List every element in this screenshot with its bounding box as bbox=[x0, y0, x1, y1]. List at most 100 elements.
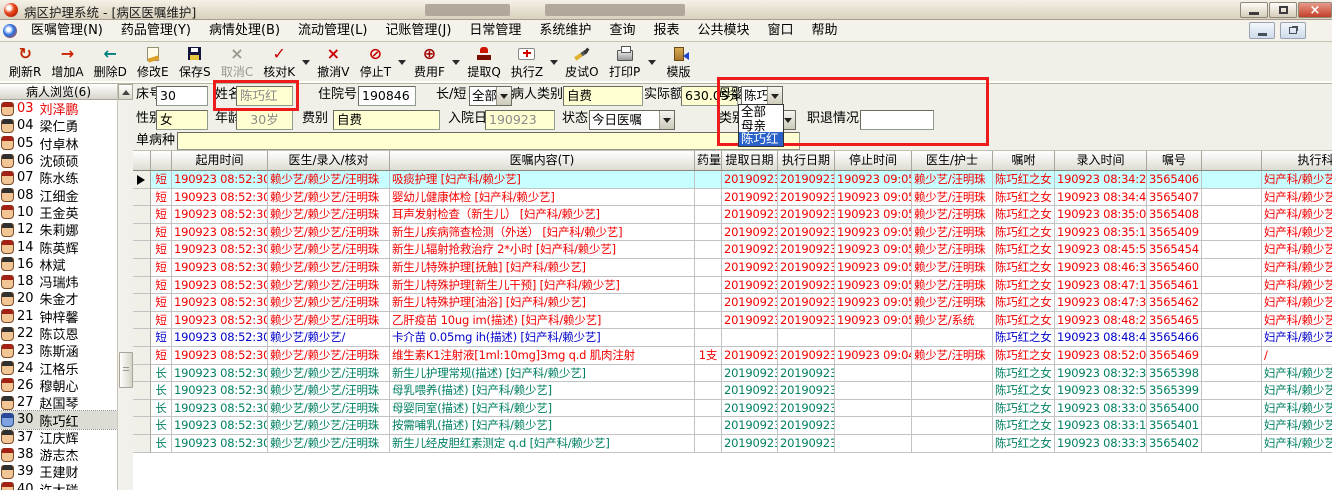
order-row-11[interactable]: 短 190923 08:52:30 赖少艺/赖少艺/汪明珠 维生素K1注射液[1ml:… bbox=[133, 346, 1332, 365]
menu-item-11[interactable]: 窗口 bbox=[758, 20, 802, 41]
menu-item-4[interactable]: 流动管理(L) bbox=[289, 20, 376, 41]
mdi-restore-button[interactable] bbox=[1280, 22, 1306, 39]
order-row-14[interactable]: 长 190923 08:52:30 赖少艺/赖少艺/汪明珠 母婴同室(描述) [妇产科… bbox=[133, 399, 1332, 418]
patient-item-40[interactable]: 40 许大碰 bbox=[0, 481, 117, 490]
dropdown-option-2[interactable]: 母亲 bbox=[739, 119, 783, 133]
scroll-up-button[interactable] bbox=[118, 84, 133, 100]
order-row-10[interactable]: 短 190923 08:52:30 赖少艺/赖少艺/卡介苗 0.05mg ih(描述… bbox=[133, 329, 1332, 347]
single-disease-field[interactable] bbox=[177, 132, 800, 150]
column-header-blank0[interactable] bbox=[133, 151, 151, 171]
column-header-time[interactable]: 起用时间 bbox=[172, 151, 268, 171]
menu-item-7[interactable]: 系统维护 bbox=[530, 20, 600, 41]
long-short-combo[interactable]: 全部 bbox=[469, 86, 512, 106]
execute-button[interactable]: 执行Z bbox=[506, 42, 548, 82]
stop-button[interactable]: ⊘ 停止T bbox=[354, 42, 396, 82]
admission-no-field[interactable]: 190846 bbox=[358, 86, 416, 106]
patient-item-12[interactable]: 12 朱莉娜 bbox=[0, 221, 117, 239]
patient-item-30[interactable]: 30 陈巧红 bbox=[0, 410, 117, 430]
order-row-4[interactable]: 短 190923 08:52:30 赖少艺/赖少艺/汪明珠 新生儿疾病筛查检测（外送）… bbox=[133, 223, 1332, 242]
menu-item-8[interactable]: 查询 bbox=[600, 20, 644, 41]
minimize-button[interactable] bbox=[1240, 2, 1268, 18]
dropdown-caret-fee-button[interactable] bbox=[450, 42, 462, 82]
patient-item-26[interactable]: 26 穆朝心 bbox=[0, 377, 117, 395]
column-header-doctor[interactable]: 医生/录入/核对 bbox=[268, 151, 390, 171]
patient-item-14[interactable]: 14 陈英辉 bbox=[0, 238, 117, 257]
order-row-5[interactable]: 短 190923 08:52:30 赖少艺/赖少艺/汪明珠 新生儿辐射抢救治疗 2*小… bbox=[133, 241, 1332, 259]
order-row-16[interactable]: 长 190923 08:52:30 赖少艺/赖少艺/汪明珠 新生儿经皮胆红素测定 q.… bbox=[133, 434, 1332, 453]
menu-item-5[interactable]: 记账管理(J) bbox=[376, 20, 460, 41]
dropdown-option-3[interactable]: 陈巧红 bbox=[739, 132, 783, 146]
patient-item-10[interactable]: 10 王金英 bbox=[0, 204, 117, 222]
order-row-9[interactable]: 短 190923 08:52:30 赖少艺/赖少艺/汪明珠 乙肝疫苗 10ug im(… bbox=[133, 311, 1332, 330]
order-row-12[interactable]: 长 190923 08:52:30 赖少艺/赖少艺/汪明珠 新生儿护理常规(描述) [… bbox=[133, 364, 1332, 383]
mother-baby-combo[interactable]: 陈巧红 bbox=[741, 86, 783, 106]
column-header-tq[interactable]: 提取日期 bbox=[722, 151, 778, 171]
edit-button[interactable]: 修改E bbox=[132, 42, 174, 82]
patient-item-23[interactable]: 23 陈斯涵 bbox=[0, 342, 117, 360]
fee-type-field[interactable]: 自费 bbox=[333, 110, 440, 130]
menu-item-1[interactable]: 医嘱管理(N) bbox=[22, 20, 112, 41]
patient-item-24[interactable]: 24 江格乐 bbox=[0, 359, 117, 378]
patient-item-37[interactable]: 37 江庆辉 bbox=[0, 429, 117, 447]
dropdown-caret-print-button[interactable] bbox=[646, 42, 658, 82]
status-combo[interactable]: 今日医嘱 bbox=[589, 110, 675, 130]
patient-item-18[interactable]: 18 冯瑞炜 bbox=[0, 273, 117, 291]
bed-no-field[interactable]: 30 bbox=[156, 86, 208, 106]
template-button[interactable]: 模版 bbox=[658, 42, 700, 82]
dropdown-arrow-icon[interactable] bbox=[496, 87, 511, 105]
patient-item-04[interactable]: 04 梁仁勇 bbox=[0, 117, 117, 135]
patient-type-field[interactable]: 自费 bbox=[563, 86, 643, 106]
dropdown-caret-stop-button[interactable] bbox=[396, 42, 408, 82]
menu-item-9[interactable]: 报表 bbox=[644, 20, 688, 41]
close-button[interactable]: × bbox=[1298, 2, 1332, 18]
column-header-nurse[interactable]: 医生/护士 bbox=[912, 151, 993, 171]
column-header-stop[interactable]: 停止时间 bbox=[835, 151, 912, 171]
order-row-1[interactable]: 短 190923 08:52:30 赖少艺/赖少艺/汪明珠 吸痰护理 [妇产科/赖少艺… bbox=[133, 171, 1332, 189]
patient-item-39[interactable]: 39 王建财 bbox=[0, 463, 117, 481]
order-row-8[interactable]: 短 190923 08:52:30 赖少艺/赖少艺/汪明珠 新生儿特殊护理[油浴] [… bbox=[133, 294, 1332, 312]
dropdown-arrow-icon[interactable] bbox=[767, 87, 782, 105]
verify-button[interactable]: ✓ 核对K bbox=[258, 42, 300, 82]
menu-item-12[interactable]: 帮助 bbox=[803, 20, 847, 41]
skin-test-button[interactable]: 皮试O bbox=[560, 42, 603, 82]
order-row-3[interactable]: 短 190923 08:52:30 赖少艺/赖少艺/汪明珠 耳声发射检查（新生儿） [… bbox=[133, 206, 1332, 224]
column-header-blank13[interactable] bbox=[1202, 151, 1262, 171]
extract-button[interactable]: 提取Q bbox=[462, 42, 505, 82]
menu-item-6[interactable]: 日常管理 bbox=[460, 20, 530, 41]
dropdown-option-1[interactable]: 全部 bbox=[739, 105, 783, 119]
save-button[interactable]: 保存S bbox=[174, 42, 216, 82]
menu-item-2[interactable]: 药品管理(Y) bbox=[112, 20, 200, 41]
patient-item-06[interactable]: 06 沈硕硕 bbox=[0, 152, 117, 170]
order-row-13[interactable]: 长 190923 08:52:30 赖少艺/赖少艺/汪明珠 母乳喂养(描述) [妇产科… bbox=[133, 382, 1332, 400]
order-row-7[interactable]: 短 190923 08:52:30 赖少艺/赖少艺/汪明珠 新生儿特殊护理[新生儿干预… bbox=[133, 276, 1332, 295]
dropdown-caret-execute-button[interactable] bbox=[548, 42, 560, 82]
column-header-cs[interactable] bbox=[151, 151, 172, 171]
column-header-note[interactable]: 嘱咐 bbox=[993, 151, 1055, 171]
age-field[interactable]: 30岁 bbox=[236, 110, 293, 130]
retire-status-field[interactable] bbox=[860, 110, 934, 130]
patient-item-16[interactable]: 16 林斌 bbox=[0, 256, 117, 274]
mdi-minimize-button[interactable] bbox=[1249, 22, 1275, 39]
order-row-2[interactable]: 短 190923 08:52:30 赖少艺/赖少艺/汪明珠 婴幼儿健康体检 [妇产科/… bbox=[133, 188, 1332, 207]
patient-item-27[interactable]: 27 赵国琴 bbox=[0, 394, 117, 412]
column-header-no[interactable]: 嘱号 bbox=[1147, 151, 1202, 171]
patient-item-22[interactable]: 22 陈苡恩 bbox=[0, 325, 117, 343]
menu-item-3[interactable]: 病情处理(B) bbox=[200, 20, 289, 41]
refresh-button[interactable]: ↻ 刷新R bbox=[4, 42, 46, 82]
patient-item-21[interactable]: 21 钟梓馨 bbox=[0, 308, 117, 326]
patient-item-08[interactable]: 08 江细金 bbox=[0, 186, 117, 205]
column-header-entry[interactable]: 录入时间 bbox=[1055, 151, 1147, 171]
scrollbar-thumb[interactable] bbox=[119, 352, 133, 388]
print-button[interactable]: 打印P bbox=[604, 42, 646, 82]
column-header-dept[interactable]: 执行科室 bbox=[1262, 151, 1332, 171]
column-header-content[interactable]: 医嘱内容(T) bbox=[390, 151, 695, 171]
restore-button[interactable] bbox=[1269, 2, 1297, 18]
revoke-button[interactable]: × 撤消V bbox=[312, 42, 354, 82]
patient-item-03[interactable]: 03 刘泽鹏 bbox=[0, 100, 117, 118]
menu-item-10[interactable]: 公共模块 bbox=[688, 20, 758, 41]
column-header-qty[interactable]: 药量 bbox=[695, 151, 722, 171]
order-row-6[interactable]: 短 190923 08:52:30 赖少艺/赖少艺/汪明珠 新生儿特殊护理[抚触] [… bbox=[133, 258, 1332, 277]
admit-date-field[interactable]: 190923 bbox=[485, 110, 555, 130]
fee-button[interactable]: ⊕ 费用F bbox=[408, 42, 450, 82]
dropdown-arrow-icon[interactable] bbox=[659, 111, 674, 129]
